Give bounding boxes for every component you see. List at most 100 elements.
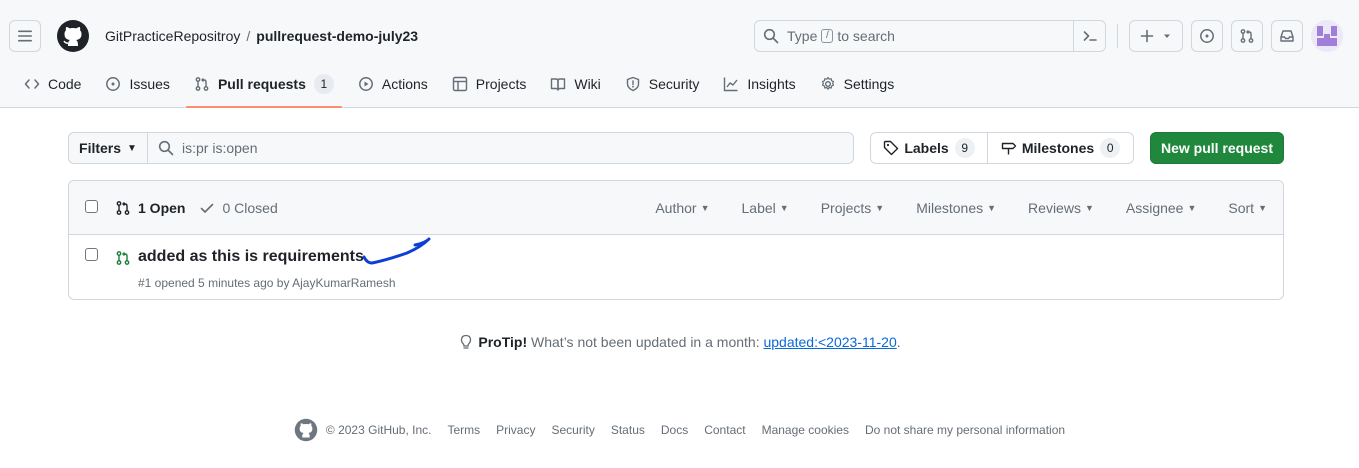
sort-dropdown[interactable]: Sort ▼: [1228, 200, 1267, 216]
pr-select-checkbox[interactable]: [85, 248, 98, 261]
global-search-input[interactable]: Type / to search: [754, 20, 1106, 52]
global-bar: GitPracticeRepositroy / pullrequest-demo-j…: [0, 0, 1359, 72]
select-all-checkbox[interactable]: [85, 200, 98, 213]
protip-search-link[interactable]: updated:<2023-11-20: [763, 334, 896, 350]
create-new-button[interactable]: [1129, 20, 1183, 52]
tab-settings[interactable]: Settings: [812, 72, 903, 96]
closed-prs-link[interactable]: 0 Closed: [199, 200, 278, 216]
search-prefix-text: Type: [787, 28, 818, 44]
tab-insights-label: Insights: [747, 76, 796, 92]
footer-link-manage-cookies[interactable]: Manage cookies: [762, 423, 849, 437]
reviews-filter-dropdown[interactable]: Reviews ▼: [1028, 200, 1094, 216]
milestones-filter-dropdown[interactable]: Milestones ▼: [916, 200, 996, 216]
tab-code[interactable]: Code: [16, 72, 89, 96]
pr-title-link[interactable]: added as this is requirements: [138, 248, 364, 266]
inbox-icon: [1280, 30, 1294, 42]
protip-end: .: [896, 334, 901, 350]
git-pull-request-icon: [1240, 29, 1254, 43]
command-palette-button[interactable]: [1073, 21, 1105, 51]
footer-link-terms[interactable]: Terms: [447, 423, 480, 437]
github-mark-icon[interactable]: [294, 418, 318, 442]
breadcrumb-separator: /: [246, 28, 251, 44]
pull-requests-shortcut-button[interactable]: [1231, 20, 1263, 52]
footer-link-contact[interactable]: Contact: [704, 423, 745, 437]
pr-list-header: 1 Open 0 Closed Author ▼ Label ▼ Projects ▼…: [69, 181, 1283, 235]
tab-wiki[interactable]: Wiki: [542, 72, 608, 96]
terminal-icon: [1083, 31, 1097, 41]
assignee-filter-dropdown[interactable]: Assignee ▼: [1126, 200, 1197, 216]
issues-shortcut-button[interactable]: [1191, 20, 1223, 52]
identicon-avatar: [1311, 20, 1343, 52]
search-icon: [158, 140, 174, 156]
tab-actions[interactable]: Actions: [350, 72, 436, 96]
menu-button[interactable]: [9, 20, 41, 52]
filter-bar: Filters ▼: [68, 132, 854, 164]
search-suffix-text: to search: [837, 28, 895, 44]
pull-requests-count: 1: [313, 74, 334, 94]
labels-milestones-group: Labels 9 Milestones 0: [870, 132, 1134, 164]
footer-link-privacy[interactable]: Privacy: [496, 423, 535, 437]
pr-list-box: 1 Open 0 Closed Author ▼ Label ▼ Projects ▼…: [68, 180, 1284, 300]
filter-input-wrapper: [148, 133, 853, 163]
triangle-down-icon: ▼: [127, 142, 137, 154]
issue-opened-icon: [1200, 29, 1214, 43]
labels-button[interactable]: Labels 9: [871, 133, 988, 163]
triangle-down-icon: ▼: [987, 203, 997, 213]
filters-dropdown-button[interactable]: Filters ▼: [69, 133, 148, 163]
footer-link-security[interactable]: Security: [551, 423, 594, 437]
protip-heading: ProTip!: [478, 334, 528, 350]
footer-link-do-not-share[interactable]: Do not share my personal information: [865, 423, 1065, 437]
projects-filter-dropdown[interactable]: Projects ▼: [821, 200, 885, 216]
table-icon: [452, 76, 467, 92]
triangle-down-icon: ▼: [875, 203, 885, 213]
triangle-down-icon: ▼: [700, 203, 710, 213]
page-footer: © 2023 GitHub, Inc. Terms Privacy Securi…: [0, 418, 1359, 442]
milestones-label: Milestones: [1021, 140, 1095, 156]
footer-copyright: © 2023 GitHub, Inc.: [325, 423, 432, 437]
github-logo-icon[interactable]: [57, 20, 89, 52]
closed-prs-label: 0 Closed: [222, 200, 278, 216]
projects-filter-label: Projects: [820, 200, 872, 216]
triangle-down-icon: ▼: [1258, 203, 1267, 213]
hamburger-icon: [18, 30, 32, 42]
footer-link-status[interactable]: Status: [611, 423, 645, 437]
pr-list-item: added as this is requirements #1 opened …: [69, 236, 1283, 299]
milestone-icon: [1001, 142, 1017, 155]
open-prs-label: 1 Open: [138, 200, 186, 216]
tab-security[interactable]: Security: [617, 72, 708, 96]
app-header: GitPracticeRepositroy / pullrequest-demo-j…: [0, 0, 1359, 108]
label-filter-dropdown[interactable]: Label ▼: [742, 200, 789, 216]
triangle-down-icon: [1164, 34, 1170, 38]
header-divider: [1117, 24, 1118, 48]
new-pull-request-button[interactable]: New pull request: [1150, 132, 1284, 164]
shield-icon: [626, 76, 639, 92]
pr-state-toggle: 1 Open 0 Closed: [115, 200, 292, 216]
labels-count: 9: [954, 138, 975, 158]
repo-owner-link[interactable]: GitPracticeRepositroy: [105, 28, 240, 44]
graph-icon: [724, 77, 738, 92]
tab-issues[interactable]: Issues: [97, 72, 177, 96]
author-filter-dropdown[interactable]: Author ▼: [655, 200, 709, 216]
gear-icon: [821, 76, 834, 90]
tab-security-label: Security: [648, 76, 700, 92]
search-placeholder: Type / to search: [787, 28, 895, 44]
sort-filters: Author ▼ Label ▼ Projects ▼ Milestones ▼ Rev…: [623, 200, 1267, 216]
tag-icon: [884, 140, 899, 156]
open-prs-link[interactable]: 1 Open: [115, 200, 185, 216]
tab-insights[interactable]: Insights: [715, 72, 803, 96]
user-avatar[interactable]: [1311, 20, 1343, 52]
search-icon: [763, 28, 779, 44]
repo-nav: Code Issues Pull requests 1 Actions Proj…: [16, 72, 910, 108]
tab-pull-requests[interactable]: Pull requests 1: [185, 72, 342, 108]
tab-projects-label: Projects: [475, 76, 527, 92]
tab-projects[interactable]: Projects: [444, 72, 535, 96]
milestones-button[interactable]: Milestones 0: [988, 133, 1133, 163]
repo-name-link[interactable]: pullrequest-demo-july23: [256, 28, 418, 44]
code-icon: [24, 79, 40, 89]
book-icon: [551, 78, 566, 91]
inbox-button[interactable]: [1271, 20, 1303, 52]
reviews-filter-label: Reviews: [1028, 200, 1081, 216]
pr-subnav: Filters ▼ Labels 9 Milestones: [68, 132, 1284, 164]
footer-link-docs[interactable]: Docs: [661, 423, 688, 437]
filter-search-input[interactable]: [182, 140, 782, 156]
